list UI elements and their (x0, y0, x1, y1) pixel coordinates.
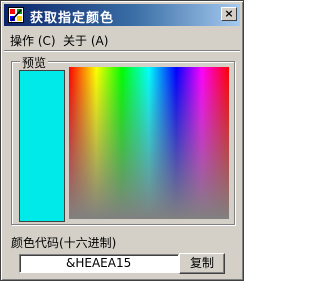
menu-operate-accel: (C) (37, 34, 56, 48)
menu-separator (4, 50, 240, 52)
menu-about-accel: (A) (90, 34, 109, 48)
close-button[interactable]: × (221, 7, 237, 21)
color-spectrum[interactable] (69, 67, 229, 219)
color-picker-window: 获取指定颜色 × 操作 (C) 关于 (A) 预览 颜色代码(十六进制) &HE… (0, 0, 244, 281)
color-preview-swatch (19, 70, 65, 222)
color-code-field[interactable]: &HEAEA15 (19, 254, 179, 273)
preview-group: 预览 (11, 54, 235, 225)
title-bar[interactable]: 获取指定颜色 × (4, 4, 240, 26)
window-title: 获取指定颜色 (30, 11, 115, 26)
close-icon: × (224, 7, 234, 20)
menu-about[interactable]: 关于 (A) (63, 32, 108, 49)
menu-bar: 操作 (C) 关于 (A) (4, 29, 240, 49)
menu-about-label: 关于 (63, 34, 88, 48)
palette-icon (8, 7, 24, 23)
menu-operate-label: 操作 (10, 34, 35, 48)
color-code-label: 颜色代码(十六进制) (11, 236, 117, 250)
preview-group-label: 预览 (20, 54, 49, 71)
spectrum-gray-layer (69, 67, 229, 219)
menu-operate[interactable]: 操作 (C) (10, 32, 56, 49)
copy-button[interactable]: 复制 (179, 253, 225, 274)
